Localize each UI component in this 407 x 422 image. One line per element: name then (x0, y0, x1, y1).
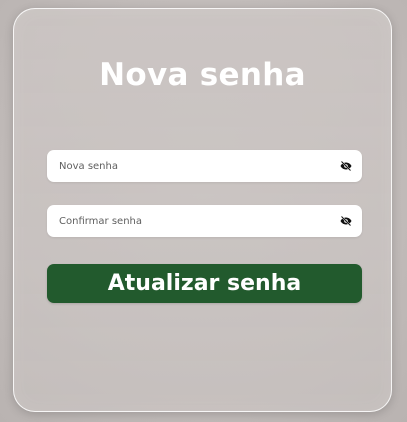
new-password-field (47, 150, 362, 182)
confirm-password-field (47, 205, 362, 237)
new-password-input[interactable] (47, 150, 327, 182)
eye-slash-icon[interactable] (340, 215, 352, 227)
page-title: Nova senha (99, 57, 306, 93)
confirm-password-input[interactable] (47, 205, 327, 237)
eye-slash-icon[interactable] (340, 160, 352, 172)
reset-password-card: Nova senha Atualizar senha (13, 8, 392, 412)
page-background: Nova senha Atualizar senha (0, 0, 407, 422)
update-password-button[interactable]: Atualizar senha (47, 264, 362, 303)
